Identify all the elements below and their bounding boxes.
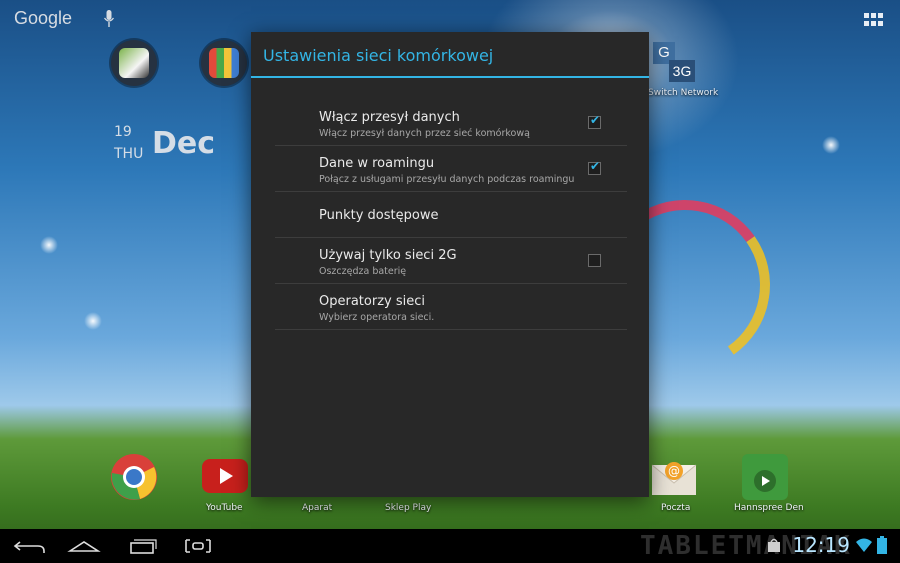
data-roaming-checkbox[interactable]: ✔ xyxy=(588,159,601,175)
back-icon[interactable] xyxy=(10,534,50,558)
date-weekday: THU xyxy=(114,146,144,162)
books-app-icon[interactable] xyxy=(201,40,247,86)
switch-network-label: Switch Network xyxy=(648,88,719,98)
pref-summary: Oszczędza baterię xyxy=(319,266,407,277)
checkmark-icon: ✔ xyxy=(590,113,601,127)
microphone-icon[interactable] xyxy=(104,10,114,28)
wallpaper-sparkle xyxy=(40,236,58,254)
email-label: Poczta xyxy=(661,503,691,513)
pref-summary: Połącz z usługami przesyłu danych podcza… xyxy=(319,174,575,185)
recent-apps-icon[interactable] xyxy=(122,534,162,558)
date-day: 19 xyxy=(114,124,132,140)
youtube-icon[interactable] xyxy=(201,453,249,501)
all-apps-icon[interactable] xyxy=(864,13,884,27)
pref-2g-only[interactable]: Używaj tylko sieci 2G Oszczędza baterię xyxy=(275,238,627,284)
google-search-button[interactable]: Google xyxy=(14,8,72,29)
hannspree-den-label: Hannspree Den xyxy=(734,503,804,513)
email-icon[interactable]: @ xyxy=(650,453,698,501)
pref-access-points[interactable]: Punkty dostępowe xyxy=(275,192,627,238)
pref-title: Operatorzy sieci xyxy=(319,294,425,309)
camera-label: Aparat xyxy=(302,503,333,513)
battery-icon xyxy=(877,536,887,554)
status-clock[interactable]: 12:19 xyxy=(792,533,850,557)
chrome-icon[interactable] xyxy=(110,453,158,501)
pref-title: Włącz przesył danych xyxy=(319,110,460,125)
pref-summary: Wybierz operatora sieci. xyxy=(319,312,435,323)
checkmark-icon: ✔ xyxy=(590,159,601,173)
play-store-label: Sklep Play xyxy=(385,503,432,513)
pref-title: Używaj tylko sieci 2G xyxy=(319,248,457,263)
pref-data-roaming[interactable]: Dane w roamingu Połącz z usługami przesy… xyxy=(275,146,627,192)
date-month: Dec xyxy=(152,126,216,161)
dialog-title: Ustawienia sieci komórkowej xyxy=(263,46,494,65)
svg-text:@: @ xyxy=(668,464,680,478)
data-enabled-checkbox[interactable]: ✔ xyxy=(588,113,601,129)
pref-title: Dane w roamingu xyxy=(319,156,435,171)
home-icon[interactable] xyxy=(64,534,104,558)
pref-summary: Włącz przesył danych przez sieć komórkow… xyxy=(319,128,530,139)
dialog-title-divider xyxy=(251,76,649,78)
pref-title: Punkty dostępowe xyxy=(319,208,439,223)
notification-bag-icon[interactable] xyxy=(766,537,782,553)
wallpaper-sparkle xyxy=(84,312,102,330)
switch-network-icon[interactable]: G 3G xyxy=(653,42,697,86)
mobile-network-settings-dialog: Ustawienia sieci komórkowej Włącz przesy… xyxy=(251,32,649,497)
hannspree-den-icon[interactable] xyxy=(741,453,789,501)
pref-data-enabled[interactable]: Włącz przesył danych Włącz przesył danyc… xyxy=(275,100,627,146)
wallpaper-sparkle xyxy=(822,136,840,154)
youtube-label: YouTube xyxy=(206,503,243,513)
photo-app-icon[interactable] xyxy=(111,40,157,86)
system-navigation-bar: TABLETMANIAK 12:19 xyxy=(0,529,900,563)
preference-list: Włącz przesył danych Włącz przesył danyc… xyxy=(275,100,627,330)
2g-only-checkbox[interactable] xyxy=(588,254,601,267)
wifi-icon xyxy=(856,538,872,552)
screenshot-icon[interactable] xyxy=(178,534,218,558)
pref-network-operators[interactable]: Operatorzy sieci Wybierz operatora sieci… xyxy=(275,284,627,330)
